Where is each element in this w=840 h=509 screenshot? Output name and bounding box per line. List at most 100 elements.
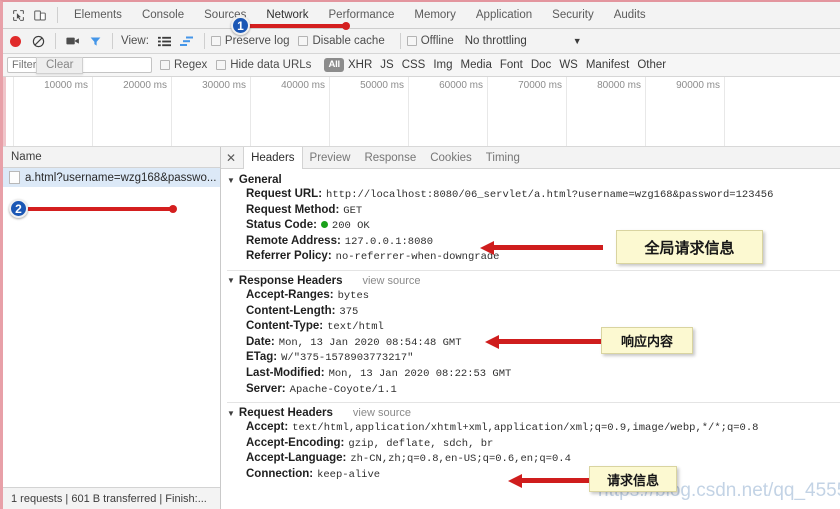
tab-elements[interactable]: Elements	[64, 2, 132, 28]
header-key: Accept-Ranges:	[246, 288, 334, 301]
header-key: Accept-Language:	[246, 452, 347, 465]
section-title-text: Response Headers	[238, 274, 343, 287]
chevron-down-icon[interactable]: ▼	[573, 36, 582, 46]
header-row: Request Method: GET	[227, 203, 840, 219]
header-value: http://localhost:8080/06_servlet/a.html?…	[326, 189, 774, 201]
header-key: Server:	[246, 382, 286, 395]
tab-memory[interactable]: Memory	[404, 2, 466, 28]
offline-checkbox[interactable]: Offline	[406, 35, 454, 47]
filter-type-font[interactable]: Font	[500, 59, 523, 71]
header-key: Connection:	[246, 467, 314, 480]
header-key: Accept-Encoding:	[246, 436, 345, 449]
preserve-log-checkbox[interactable]: Preserve log	[210, 35, 289, 47]
annotation-badge-1: 1	[231, 16, 250, 35]
timeline-tick: 60000 ms	[409, 77, 488, 146]
header-value: no-referrer-when-downgrade	[335, 251, 500, 264]
header-value: zh-CN,zh;q=0.8,en-US;q=0.6,en;q=0.4	[350, 453, 571, 466]
tab-audits[interactable]: Audits	[604, 2, 656, 28]
tab-preview[interactable]: Preview	[303, 147, 358, 168]
header-value: 200 OK	[331, 220, 370, 233]
timeline-tick: 10000 ms	[14, 77, 93, 146]
header-row: Content-Length: 375	[227, 304, 840, 320]
tab-console[interactable]: Console	[132, 2, 194, 28]
timeline-overview[interactable]: 10000 ms 20000 ms 30000 ms 40000 ms 5000…	[3, 77, 840, 147]
chevron-down-icon: ▼	[227, 175, 235, 185]
timeline-tick: 20000 ms	[93, 77, 172, 146]
header-row: Accept-Encoding: gzip, deflate, sdch, br	[227, 436, 840, 452]
tab-timing[interactable]: Timing	[479, 147, 527, 168]
filter-type-manifest[interactable]: Manifest	[586, 59, 629, 71]
filter-type-css[interactable]: CSS	[402, 59, 426, 71]
offline-label: Offline	[420, 35, 454, 47]
funnel-filter-icon[interactable]	[84, 31, 106, 51]
timeline-start-marker	[3, 77, 6, 146]
header-value: Apache-Coyote/1.1	[289, 383, 397, 396]
filter-type-other[interactable]: Other	[637, 59, 666, 71]
view-source-link[interactable]: view source	[353, 407, 411, 419]
tab-response[interactable]: Response	[357, 147, 423, 168]
filter-type-xhr[interactable]: XHR	[348, 59, 372, 71]
filter-pill-all[interactable]: All	[324, 58, 344, 72]
annotation-line-1	[248, 22, 350, 30]
device-toolbar-icon[interactable]	[29, 5, 51, 25]
panel-tab-list: Elements Console Sources Network Perform…	[64, 2, 656, 28]
filter-type-doc[interactable]: Doc	[531, 59, 551, 71]
annotation-badge-2: 2	[9, 199, 28, 218]
timeline-tick: 90000 ms	[646, 77, 725, 146]
close-icon[interactable]: ✕	[226, 151, 236, 165]
control-divider-1	[55, 33, 56, 49]
annotation-arrow-3	[508, 473, 596, 488]
table-row[interactable]: a.html?username=wzg168&passwo...	[3, 168, 220, 187]
column-header-name[interactable]: Name	[3, 147, 220, 168]
chevron-down-icon: ▼	[227, 276, 235, 286]
clear-prohibited-icon[interactable]	[27, 31, 49, 51]
checkbox-box	[160, 60, 170, 70]
tab-application[interactable]: Application	[466, 2, 542, 28]
list-view-icon[interactable]	[154, 31, 176, 51]
section-general-title[interactable]: ▼ General	[227, 174, 840, 186]
header-key: Status Code:	[246, 219, 317, 232]
timeline-tick-label: 50000 ms	[360, 80, 404, 91]
filter-type-ws[interactable]: WS	[559, 59, 578, 71]
timeline-tick: 80000 ms	[567, 77, 646, 146]
header-key: ETag:	[246, 351, 278, 364]
disable-cache-checkbox[interactable]: Disable cache	[298, 35, 385, 47]
header-key: Content-Length:	[246, 304, 336, 317]
waterfall-view-icon[interactable]	[176, 31, 198, 51]
header-key: Date:	[246, 335, 275, 348]
inspect-cursor-icon[interactable]	[7, 5, 29, 25]
section-request-headers-title[interactable]: ▼ Request Headers view source	[227, 407, 840, 419]
regex-checkbox[interactable]: Regex	[160, 59, 207, 71]
filter-type-img[interactable]: Img	[433, 59, 452, 71]
timeline-tick-label: 30000 ms	[202, 80, 246, 91]
toolbar-divider	[57, 7, 58, 23]
hide-data-urls-label: Hide data URLs	[230, 59, 312, 71]
tab-security[interactable]: Security	[542, 2, 604, 28]
hide-data-urls-checkbox[interactable]: Hide data URLs	[216, 59, 311, 71]
header-key: Content-Type:	[246, 320, 324, 333]
record-dot-icon[interactable]	[10, 35, 21, 47]
annotation-line-2	[27, 205, 177, 213]
header-row: Accept-Language: zh-CN,zh;q=0.8,en-US;q=…	[227, 451, 840, 467]
header-value: W/"375-1578903773217"	[281, 352, 414, 365]
annotation-callout-2: 响应内容	[601, 327, 693, 354]
checkbox-box	[298, 36, 309, 46]
filter-type-media[interactable]: Media	[461, 59, 492, 71]
control-divider-2	[112, 33, 113, 49]
throttling-select[interactable]: No throttling	[465, 35, 527, 47]
tab-headers[interactable]: Headers	[243, 147, 303, 169]
document-icon	[9, 171, 20, 184]
filter-type-js[interactable]: JS	[380, 59, 393, 71]
header-key: Last-Modified:	[246, 366, 325, 379]
timeline-tick: 40000 ms	[251, 77, 330, 146]
regex-label: Regex	[174, 59, 208, 71]
screenshot-camera-icon[interactable]	[62, 31, 84, 51]
tab-cookies[interactable]: Cookies	[423, 147, 479, 168]
section-response-headers-title[interactable]: ▼ Response Headers view source	[227, 275, 840, 287]
header-row: Server: Apache-Coyote/1.1	[227, 382, 840, 398]
view-label: View:	[121, 35, 149, 47]
header-row: Request URL: http://localhost:8080/06_se…	[227, 187, 840, 203]
header-value: text/html,application/xhtml+xml,applicat…	[292, 422, 759, 435]
chevron-down-icon: ▼	[227, 408, 235, 418]
view-source-link[interactable]: view source	[362, 275, 420, 287]
